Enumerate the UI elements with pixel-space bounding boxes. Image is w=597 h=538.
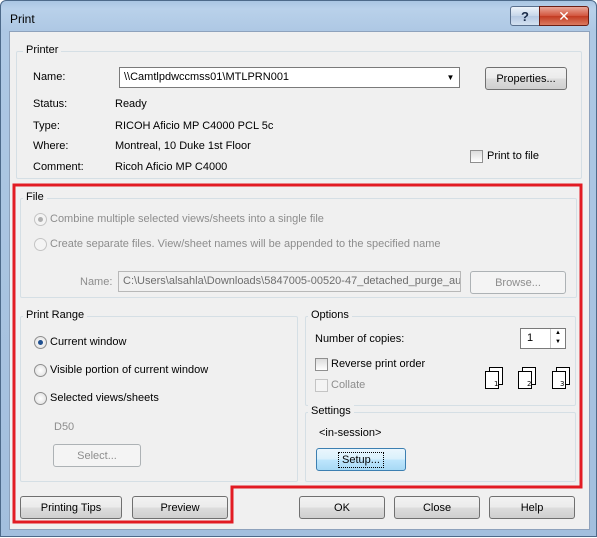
print-dialog: Print ? ✕ Printer Name: \\Camtlpdwccmss0… <box>0 0 597 537</box>
highlight-outline <box>12 183 583 524</box>
